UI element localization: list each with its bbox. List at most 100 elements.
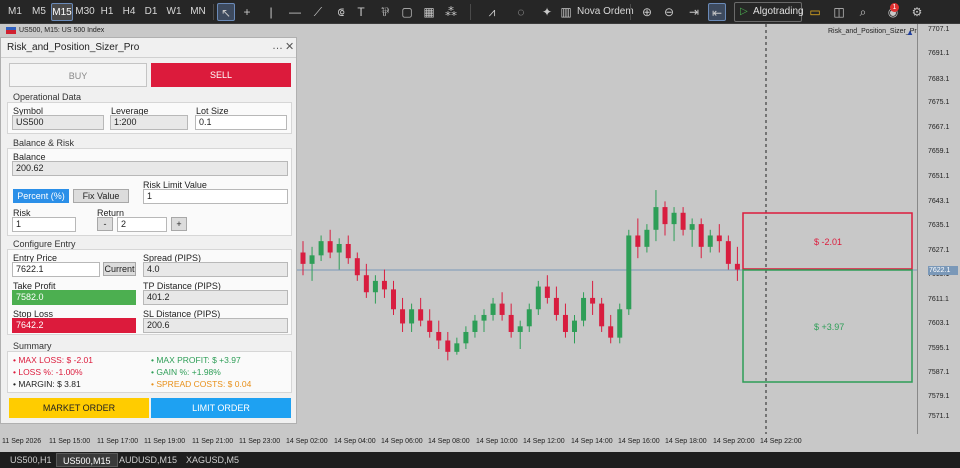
current-price-button[interactable]: Current — [103, 262, 136, 276]
crosshair-icon[interactable]: + — [238, 3, 256, 21]
price-axis[interactable]: 7707.1 7691.1 7683.1 7675.1 7667.1 7659.1 7651… — [917, 24, 960, 434]
new-order-icon[interactable]: ▥ — [557, 3, 575, 21]
timeframe-m30[interactable]: M30 — [74, 3, 96, 21]
margin-text: • MARGIN: $ 3.81 — [13, 379, 81, 389]
zoom-in-icon[interactable]: ⊕ — [638, 3, 656, 21]
candle-body — [725, 241, 731, 264]
time-tick: 14 Sep 14:00 — [571, 438, 613, 445]
text-tool-icon[interactable]: T — [352, 3, 370, 21]
timeframe-d1[interactable]: D1 — [140, 3, 162, 21]
more-tools-icon[interactable]: ⁂ — [442, 3, 460, 21]
close-icon[interactable]: ✕ — [285, 40, 294, 53]
time-tick: 11 Sep 21:00 — [192, 438, 234, 445]
timeframe-h4[interactable]: H4 — [118, 3, 140, 21]
candle-body — [499, 303, 505, 315]
market-order-button[interactable]: MARKET ORDER — [9, 398, 149, 418]
tab-audusd-m15[interactable]: AUDUSD,M15 — [113, 453, 183, 467]
time-tick: 11 Sep 23:00 — [239, 438, 281, 445]
candle-body — [445, 340, 451, 352]
symbol-field[interactable]: US500 — [12, 115, 104, 130]
autoscroll-icon[interactable]: ⇥ — [685, 3, 703, 21]
chart-type-icon[interactable]: ⩘ — [480, 3, 504, 21]
folder-icon[interactable]: ▭ — [806, 3, 824, 21]
minimize-icon[interactable]: … — [272, 40, 283, 52]
sell-button[interactable]: SELL — [151, 63, 291, 87]
tab-us500-m15[interactable]: US500,M15 — [56, 453, 118, 467]
signal-icon[interactable]: ◌ — [512, 3, 530, 21]
return-decrement-button[interactable]: - — [97, 217, 113, 231]
time-tick: 11 Sep 17:00 — [97, 438, 139, 445]
time-tick: 14 Sep 04:00 — [334, 438, 376, 445]
time-tick: 14 Sep 18:00 — [665, 438, 707, 445]
settings-icon[interactable]: ⚙ — [908, 3, 926, 21]
candle-body — [572, 320, 577, 332]
algotrading-button[interactable]: ▷ Algotrading — [734, 2, 804, 22]
risk-limit-field[interactable]: 1 — [143, 189, 288, 204]
candle-body — [662, 207, 668, 225]
trendline-icon[interactable]: ⟋ — [309, 3, 327, 21]
risk-field[interactable]: 1 — [12, 217, 76, 232]
fix-value-button[interactable]: Fix Value — [73, 189, 129, 203]
tab-us500-h1[interactable]: US500,H1 — [4, 453, 58, 467]
zoom-out-icon[interactable]: ⊖ — [660, 3, 678, 21]
candle-body — [309, 255, 315, 264]
timeframe-m1[interactable]: M1 — [4, 3, 26, 21]
cursor-icon[interactable]: ↖ — [217, 3, 235, 21]
shapes-icon[interactable]: ▢ — [398, 3, 416, 21]
candle-body — [581, 297, 587, 321]
time-tick: 14 Sep 16:00 — [618, 438, 660, 445]
risk-position-panel: Risk_and_Position_Sizer_Pro … ✕ BUY SELL… — [0, 37, 297, 424]
indicator-hat-icon: ▲ — [906, 28, 914, 37]
chart-shift-icon[interactable]: ⇤ — [708, 3, 726, 21]
leverage-field[interactable]: 1:200 — [110, 115, 188, 130]
candle-body — [354, 258, 360, 276]
candle-body — [689, 224, 695, 230]
notification-badge: 1 — [890, 3, 899, 12]
candle-body — [472, 320, 478, 332]
timeframe-h1[interactable]: H1 — [96, 3, 118, 21]
candle-body — [644, 229, 650, 247]
expert-icon[interactable]: ✦ — [538, 3, 556, 21]
take-profit-field[interactable]: 7582.0 — [12, 290, 136, 305]
candle-body — [626, 235, 632, 310]
price-tick: 7651.1 — [928, 173, 950, 180]
entry-price-field[interactable]: 7622.1 — [12, 262, 100, 277]
candle-body — [508, 314, 514, 332]
price-tick: 7579.1 — [928, 393, 950, 400]
fibonacci-icon[interactable]: ⅌ — [376, 3, 394, 21]
lot-size-field[interactable]: 0.1 — [195, 115, 287, 130]
timeframe-mn[interactable]: MN — [186, 3, 210, 21]
limit-order-button[interactable]: LIMIT ORDER — [151, 398, 291, 418]
spread-costs-text: • SPREAD COSTS: $ 0.04 — [151, 379, 252, 389]
toolbar-separator — [630, 4, 631, 20]
candle-body — [363, 275, 369, 293]
stop-loss-field[interactable]: 7642.2 — [12, 318, 136, 333]
vertical-line-icon[interactable]: | — [262, 3, 280, 21]
buy-button[interactable]: BUY — [9, 63, 147, 87]
loss-pct-text: • LOSS %: -1.00% — [13, 367, 83, 377]
channel-icon[interactable]: ⟃ — [332, 3, 350, 21]
entry-title: Configure Entry — [13, 239, 76, 249]
candle-body — [418, 309, 424, 321]
timeframe-m15[interactable]: M15 — [51, 3, 73, 21]
horizontal-line-icon[interactable]: — — [286, 3, 304, 21]
timeframe-w1[interactable]: W1 — [163, 3, 185, 21]
profit-zone-label: $ +3.97 — [814, 322, 845, 332]
search-icon[interactable]: ⌕ — [854, 3, 872, 21]
max-profit-text: • MAX PROFIT: $ +3.97 — [151, 355, 241, 365]
candle-body — [400, 309, 406, 324]
time-tick: 11 Sep 19:00 — [144, 438, 186, 445]
timeframe-m5[interactable]: M5 — [28, 3, 50, 21]
market-icon[interactable]: ◫ — [830, 3, 848, 21]
return-field[interactable]: 2 — [117, 217, 167, 232]
price-tick: 7627.1 — [928, 247, 950, 254]
tab-xagusd-m5[interactable]: XAGUSD,M5 — [180, 453, 245, 467]
candle-body — [707, 235, 713, 247]
return-increment-button[interactable]: + — [171, 217, 187, 231]
grid-icon[interactable]: ▦ — [420, 3, 438, 21]
gain-pct-text: • GAIN %: +1.98% — [151, 367, 221, 377]
chart-tabs: US500,H1 US500,M15 AUDUSD,M15 XAGUSD,M5 — [0, 452, 960, 468]
percent-button[interactable]: Percent (%) — [13, 189, 69, 203]
new-order-button[interactable]: Nova Ordem — [577, 3, 634, 21]
time-tick: 14 Sep 10:00 — [476, 438, 518, 445]
